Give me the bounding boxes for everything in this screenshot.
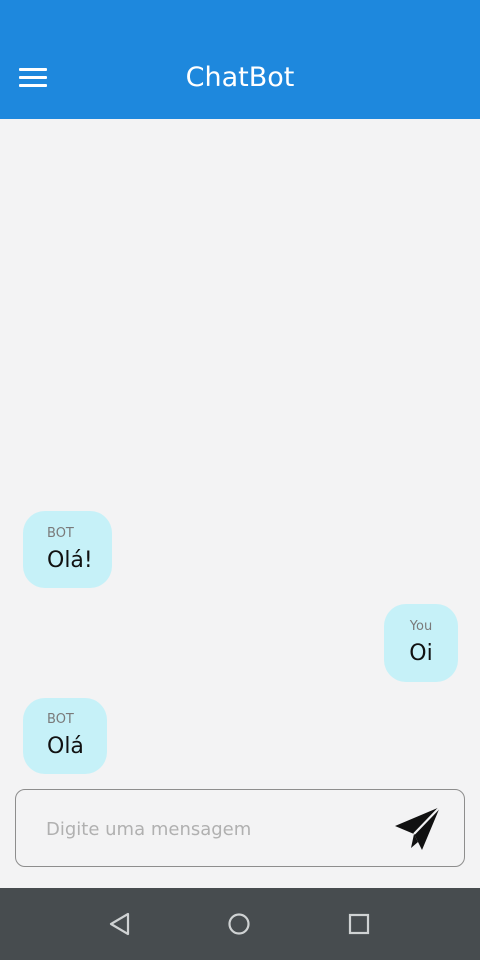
message-text: Olá! (47, 548, 93, 573)
message-sender-label: BOT (47, 712, 74, 727)
recent-apps-square-icon[interactable] (341, 906, 377, 942)
page-title: ChatBot (185, 62, 295, 93)
send-paper-plane-icon[interactable] (391, 804, 443, 854)
system-navigation-bar (0, 888, 480, 960)
user-message-bubble: You Oi (384, 604, 458, 682)
message-text: Olá (47, 734, 84, 759)
app-bar: ChatBot (0, 0, 480, 119)
bot-message-bubble: BOT Olá (23, 698, 107, 774)
home-circle-icon[interactable] (221, 906, 257, 942)
bot-message-bubble: BOT Olá! (23, 511, 112, 588)
message-composer (15, 789, 465, 867)
message-text: Oi (409, 641, 433, 666)
message-sender-label: BOT (47, 526, 74, 541)
chat-message-list[interactable]: BOT Olá! You Oi BOT Olá (0, 119, 480, 779)
message-input[interactable] (46, 814, 376, 844)
back-triangle-icon[interactable] (102, 906, 138, 942)
message-sender-label: You (409, 619, 433, 634)
